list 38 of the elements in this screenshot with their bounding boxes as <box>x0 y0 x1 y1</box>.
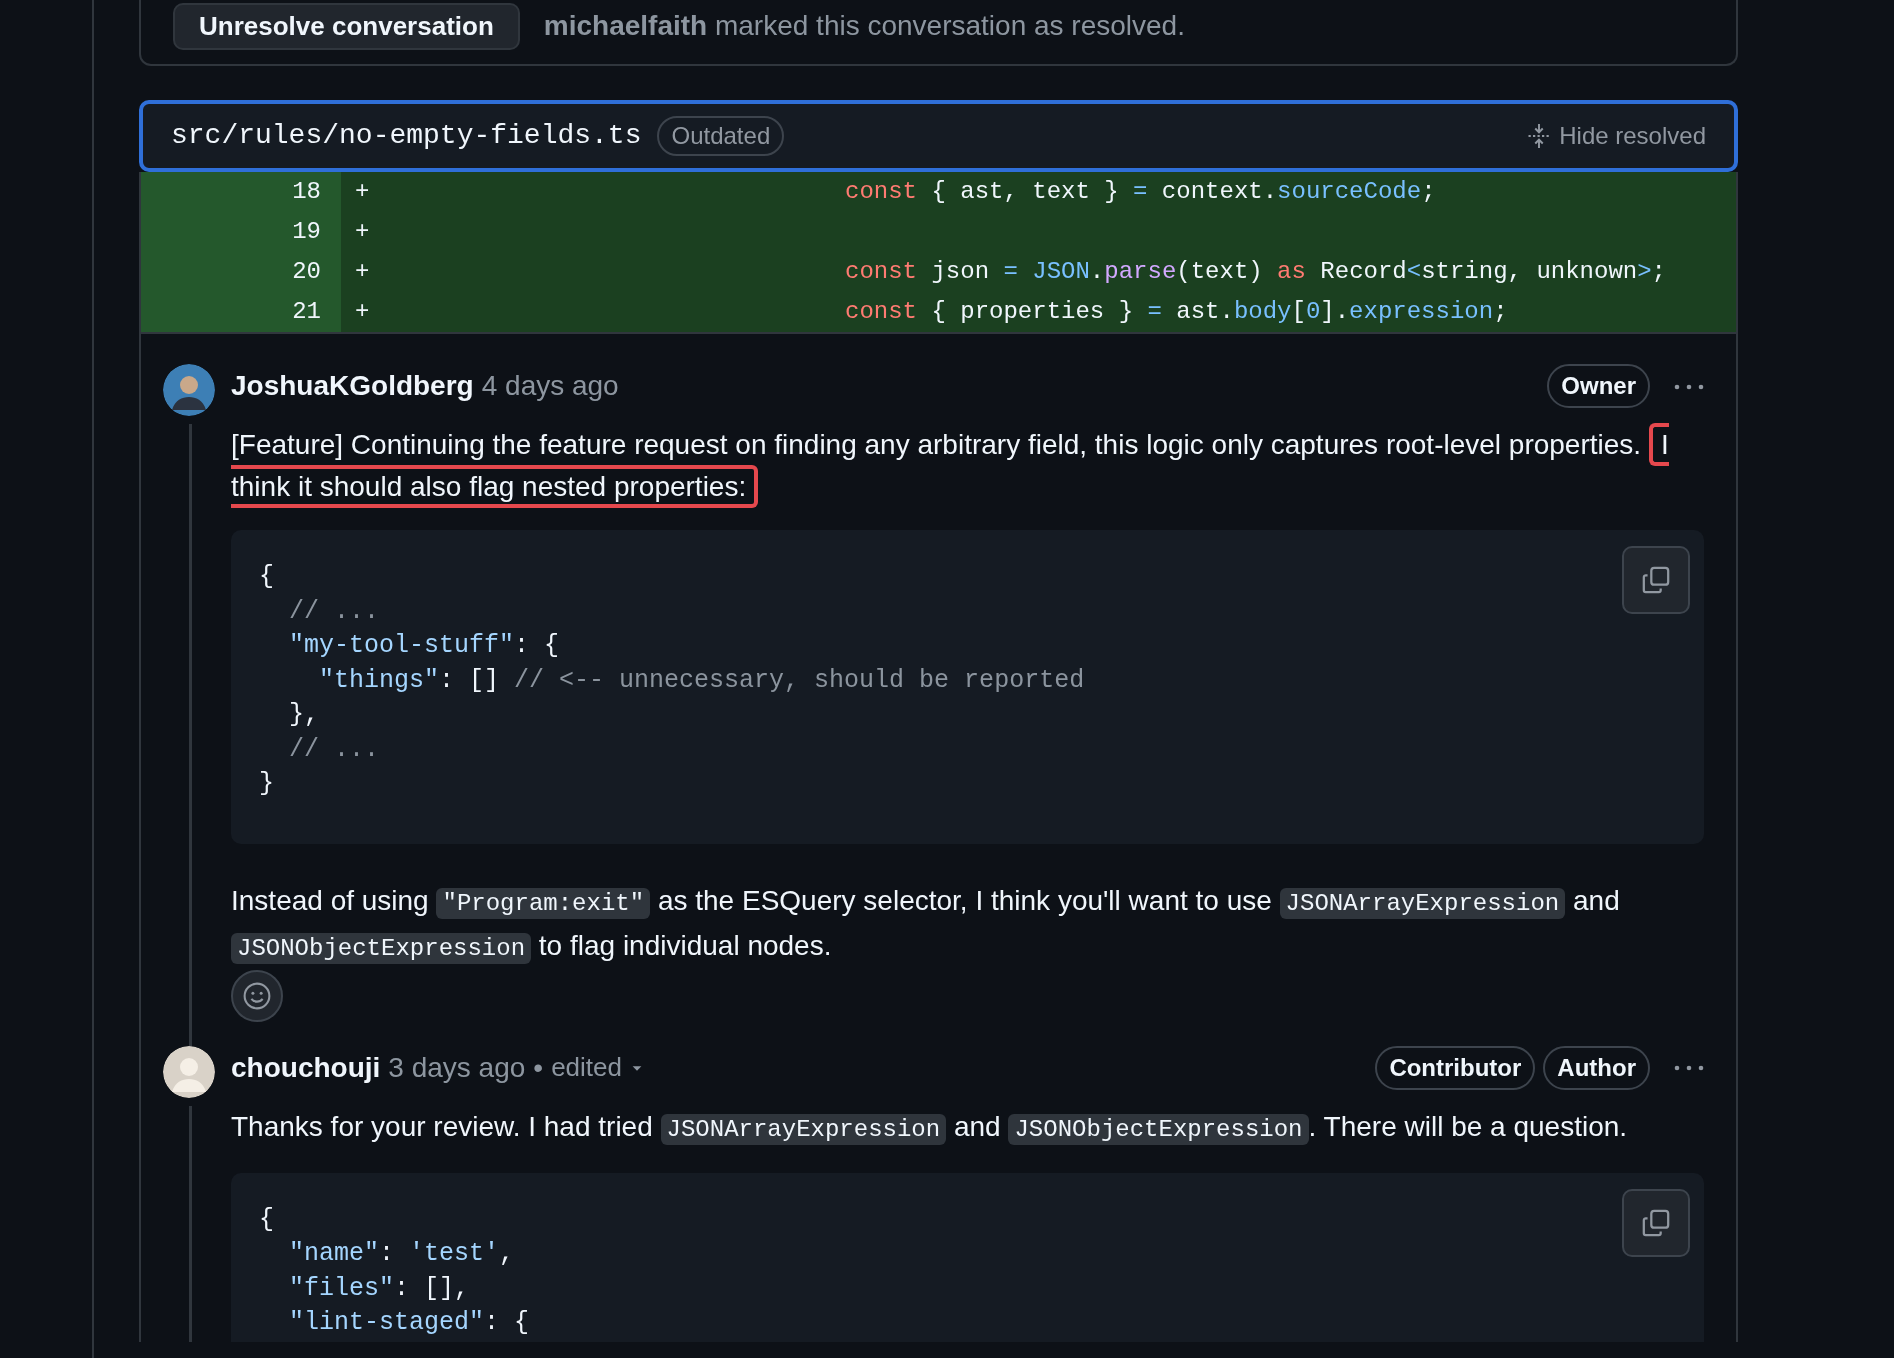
add-reaction-button[interactable] <box>231 969 283 1022</box>
line-number: 19 <box>141 212 341 252</box>
edited-dropdown[interactable]: edited <box>551 1048 644 1087</box>
comment-time[interactable]: 4 days ago <box>481 365 619 407</box>
diff-sign: + <box>354 177 371 207</box>
line-number: 21 <box>141 292 341 332</box>
line-number: 20 <box>141 252 341 292</box>
copy-icon <box>1641 1207 1671 1238</box>
code-line: const { properties } = ast.body[0].expression; <box>844 297 1508 327</box>
comment-text: Instead of using "Program:exit" as the ESQuery selector, I think you'll want to use JSONArrayExpression and JSONObjectExpression to flag individual nodes. <box>231 883 1621 966</box>
role-label: Contributor <box>1375 1045 1536 1090</box>
smiley-icon <box>242 980 272 1011</box>
resolved-message: michaelfaith marked this conversation as resolved. <box>543 9 1185 43</box>
copy-button[interactable] <box>1622 1188 1690 1257</box>
comment-text: Thanks for your review. I had tried JSONArrayExpression and JSONObjectExpression . There will be a question. <box>231 1109 1629 1147</box>
fold-icon <box>1527 121 1552 151</box>
hide-resolved-button[interactable]: Hide resolved <box>1527 118 1706 154</box>
avatar-icon <box>163 364 215 416</box>
diff-sign: + <box>354 297 371 327</box>
author-name[interactable]: chouchouji <box>231 1046 381 1089</box>
line-number: 18 <box>141 172 341 212</box>
code-line: const { ast, text } = context.sourceCode; <box>844 177 1436 207</box>
comment-time[interactable]: 3 days ago <box>388 1046 526 1089</box>
avatar-icon <box>163 1045 215 1098</box>
diff-sign: + <box>354 257 371 287</box>
code-text: { "name": 'test', "files": [], "lint-staged": { <box>259 1203 530 1339</box>
author-name[interactable]: JoshuaKGoldberg <box>231 365 474 407</box>
file-path[interactable]: src/rules/no-empty-fields.ts <box>171 115 642 157</box>
separator-dot: • <box>533 1050 544 1085</box>
copy-icon <box>1641 565 1671 595</box>
role-label: Author <box>1543 1045 1650 1090</box>
diff-sign: + <box>354 217 371 247</box>
unresolve-button[interactable]: Unresolve conversation <box>173 2 520 50</box>
code-line: const json = JSON.parse(text) as Record<string, unknown>; <box>844 257 1666 287</box>
role-label: Owner <box>1547 364 1650 408</box>
outdated-label: Outdated <box>657 116 785 156</box>
copy-button[interactable] <box>1622 546 1690 614</box>
code-text: { // ... "my-tool-stuff": { "things": [] // <-- unnecessary, should be reported }, // ... } <box>259 561 1085 800</box>
